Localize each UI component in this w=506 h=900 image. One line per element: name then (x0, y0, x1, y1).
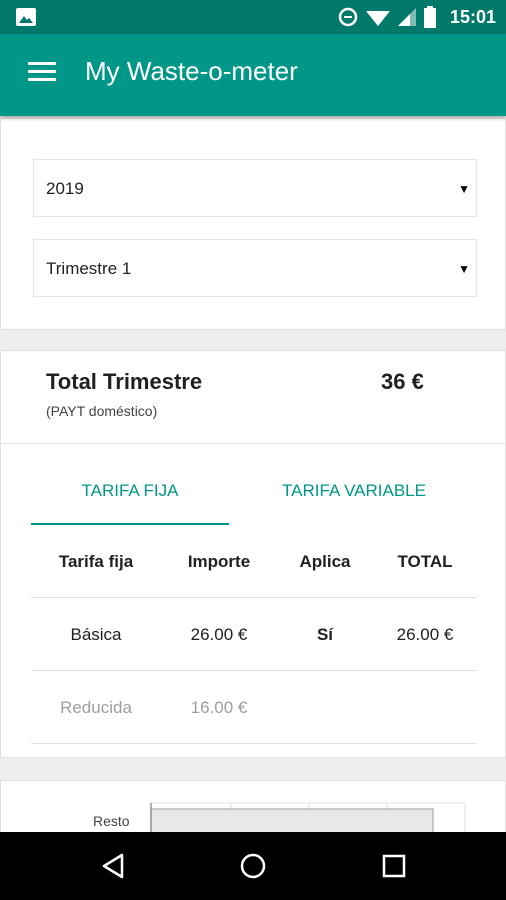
signal-icon (397, 8, 416, 26)
year-select-value: 2019 (46, 179, 84, 198)
quarter-select[interactable]: Trimestre 1 ▼ (33, 239, 477, 297)
battery-icon (423, 6, 436, 28)
back-icon[interactable] (100, 852, 126, 880)
table-row: Reducida 16.00 € (31, 671, 477, 744)
tab-tarifa-fija[interactable]: TARIFA FIJA (31, 481, 229, 501)
app-title: My Waste-o-meter (85, 56, 298, 86)
tab-tarifa-variable[interactable]: TARIFA VARIABLE (253, 481, 455, 501)
gallery-icon (16, 8, 36, 26)
tariff-table: Tarifa fija Importe Aplica TOTAL Básica … (31, 525, 477, 744)
chart-category-label: Resto (93, 813, 130, 829)
wifi-icon (365, 11, 390, 26)
dropdown-arrow-icon: ▼ (458, 262, 470, 276)
home-icon[interactable] (239, 852, 267, 880)
tarifa-cell: Básica (70, 625, 122, 644)
year-select[interactable]: 2019 ▼ (33, 159, 477, 217)
divider (1, 443, 505, 444)
app-bar: My Waste-o-meter (0, 34, 506, 116)
summary-amount: 36 € (381, 369, 424, 394)
importe-cell: 26.00 € (190, 625, 248, 644)
status-time: 15:01 (449, 6, 496, 27)
summary-subtitle: (PAYT doméstico) (46, 403, 158, 419)
total-cell: 26.00 € (396, 625, 454, 644)
column-header: Importe (187, 552, 251, 571)
column-header: TOTAL (397, 552, 453, 571)
column-header: Aplica (299, 552, 351, 571)
total-cell (373, 671, 477, 744)
dropdown-arrow-icon: ▼ (458, 182, 470, 196)
menu-icon[interactable] (28, 62, 56, 86)
table-row: Básica 26.00 € Sí 26.00 € (31, 598, 477, 671)
importe-cell: 16.00 € (190, 698, 248, 717)
chart-card: Resto (0, 780, 506, 841)
recents-icon[interactable] (382, 852, 406, 880)
tarifa-cell: Reducida (60, 698, 132, 717)
filter-card: 2019 ▼ Trimestre 1 ▼ (0, 118, 506, 330)
column-header: Tarifa fija (58, 552, 134, 571)
aplica-cell (277, 671, 373, 744)
data-saver-icon (338, 7, 358, 27)
summary-card: Total Trimestre (PAYT doméstico) 36 € TA… (0, 350, 506, 758)
summary-title: Total Trimestre (46, 369, 203, 394)
table-header-row: Tarifa fija Importe Aplica TOTAL (31, 525, 477, 598)
navigation-bar (0, 832, 506, 900)
status-bar: 15:01 (0, 0, 506, 34)
aplica-cell: Sí (316, 625, 334, 644)
quarter-select-value: Trimestre 1 (46, 259, 132, 278)
